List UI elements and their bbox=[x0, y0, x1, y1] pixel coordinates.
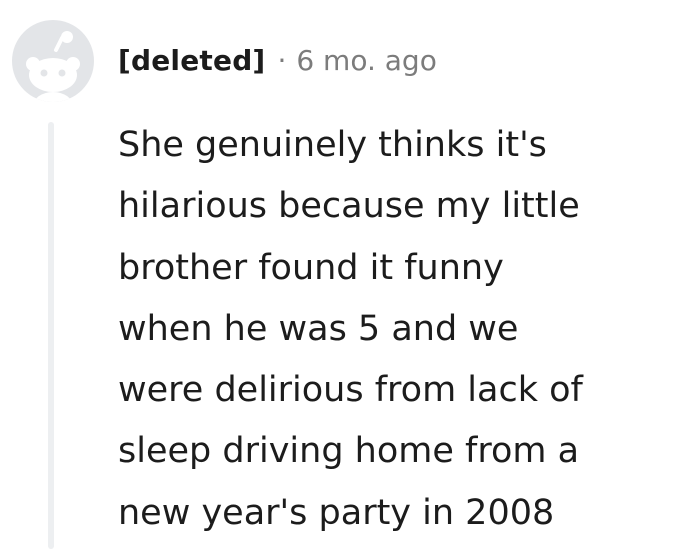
comment-body-line: She genuinely thinks it's bbox=[118, 125, 547, 165]
comment-body-line: hilarious because my little bbox=[118, 186, 580, 227]
comment-meta: [deleted] · 6 mo. ago bbox=[118, 40, 437, 80]
timestamp[interactable]: 6 mo. ago bbox=[296, 44, 437, 77]
thread-collapse-line[interactable] bbox=[48, 122, 54, 549]
meta-separator: · bbox=[277, 43, 287, 77]
comment-body-line: sleep driving home from a bbox=[118, 431, 580, 472]
comment-body-line: brother found it funny bbox=[118, 247, 504, 288]
author-name[interactable]: [deleted] bbox=[118, 44, 265, 77]
comment-body-line: new year's party in 2008 bbox=[118, 492, 555, 533]
reddit-snoo-placeholder-icon bbox=[26, 31, 80, 102]
comment-body: She genuinely thinks it's hilarious beca… bbox=[118, 115, 688, 544]
comment-body-line: when he was 5 and we bbox=[118, 308, 519, 349]
comment: [deleted] · 6 mo. ago She genuinely thin… bbox=[0, 0, 700, 549]
avatar[interactable] bbox=[12, 20, 94, 102]
comment-body-line: were delirious from lack of bbox=[118, 370, 583, 411]
